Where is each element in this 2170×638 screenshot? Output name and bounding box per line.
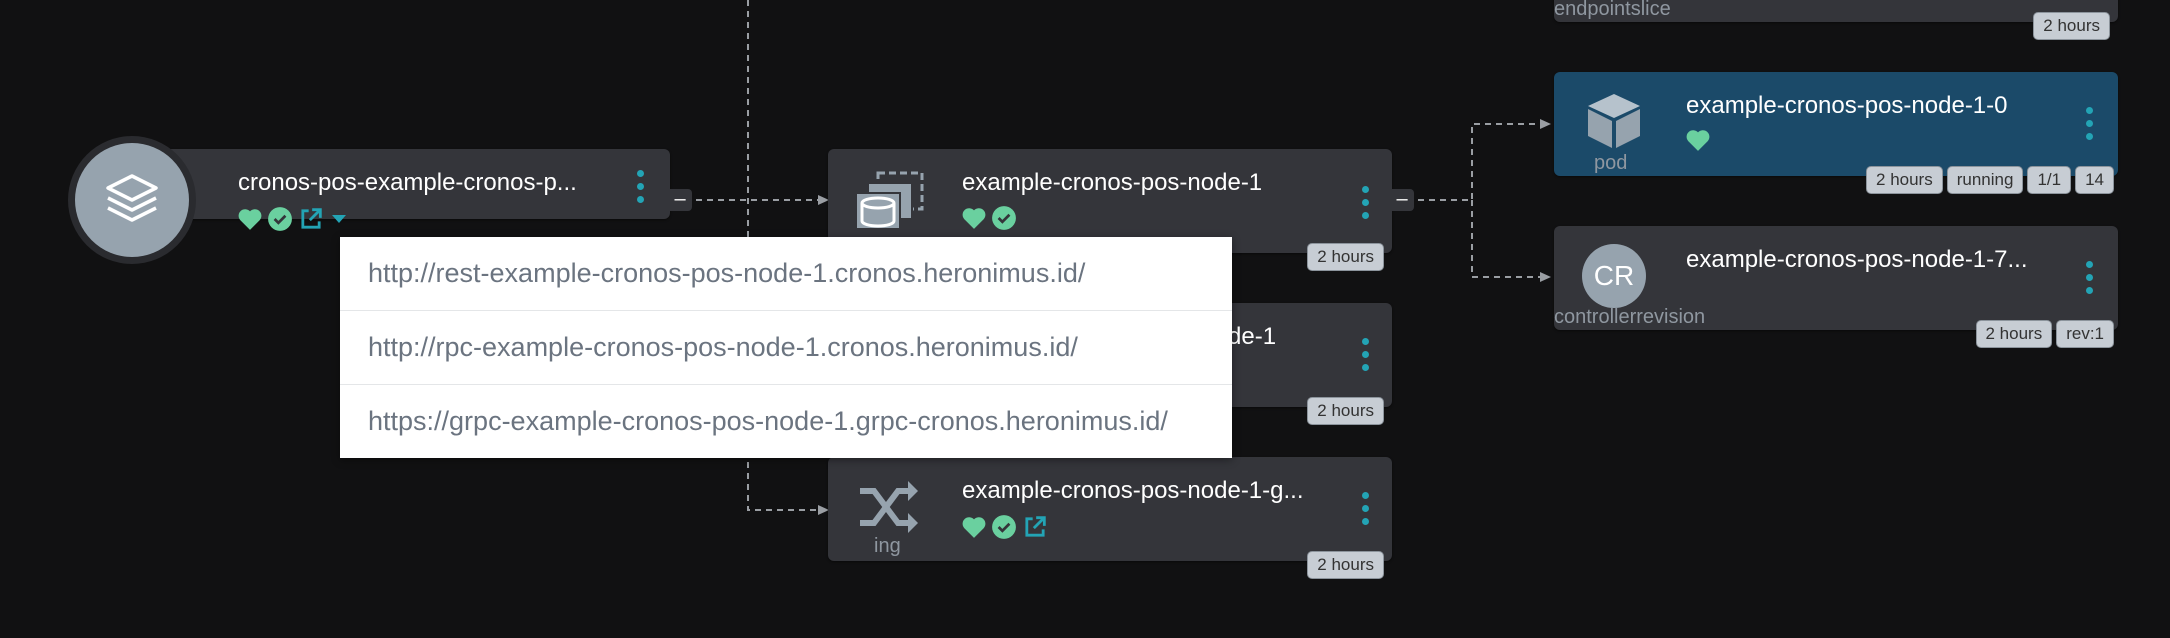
age-badge: 2 hours — [1975, 320, 2053, 348]
node-title: example-cronos-pos-node-1 — [962, 169, 1263, 196]
kebab-menu-button[interactable] — [1360, 492, 1370, 525]
node-kind-label: pod — [1594, 152, 1628, 174]
cube-icon — [1584, 90, 1644, 155]
ready-badge: 1/1 — [2027, 166, 2072, 194]
age-badge: 2 hours — [2033, 12, 2110, 40]
age-badge: 2 hours — [1307, 397, 1384, 425]
kebab-menu-button[interactable] — [1360, 338, 1370, 371]
check-circle-icon — [267, 206, 293, 237]
check-circle-icon — [991, 205, 1017, 236]
heart-icon — [961, 206, 987, 235]
kebab-menu-button[interactable] — [2084, 261, 2094, 294]
shuffle-icon — [858, 479, 920, 540]
node-title: de-1 — [1228, 323, 1277, 350]
heart-icon — [961, 515, 987, 544]
age-badge: 2 hours — [1307, 551, 1384, 579]
endpointslice-node[interactable]: endpointslice 2 hours — [1554, 0, 2118, 40]
ingress-node[interactable]: ing example-cronos-pos-node-1-g... 2 hou… — [828, 457, 1392, 579]
dropdown-link[interactable]: http://rpc-example-cronos-pos-node-1.cro… — [340, 311, 1232, 385]
controllerrevision-node[interactable]: CR controllerrevision example-cronos-pos… — [1554, 226, 2118, 348]
external-link-icon[interactable] — [1021, 513, 1049, 546]
avatar: CR — [1582, 244, 1646, 308]
collapse-button[interactable]: – — [668, 189, 692, 211]
kebab-menu-button[interactable] — [635, 170, 645, 203]
heart-icon — [1685, 128, 1711, 157]
layers-icon — [100, 166, 164, 235]
external-links-dropdown: http://rest-example-cronos-pos-node-1.cr… — [340, 237, 1232, 458]
count-badge: 14 — [2075, 166, 2114, 194]
age-badge: 2 hours — [1307, 243, 1384, 271]
pod-node[interactable]: pod example-cronos-pos-node-1-0 2 hours … — [1554, 72, 2118, 194]
node-title: example-cronos-pos-node-1-g... — [962, 477, 1304, 504]
caret-down-icon[interactable] — [329, 209, 349, 234]
node-kind-label: endpointslice — [1554, 0, 1671, 20]
heart-icon — [237, 207, 263, 236]
age-badge: 2 hours — [1866, 166, 1943, 194]
dropdown-link[interactable]: http://rest-example-cronos-pos-node-1.cr… — [340, 237, 1232, 311]
node-kind-label: controllerrevision — [1554, 306, 1706, 328]
kebab-menu-button[interactable] — [1360, 186, 1370, 219]
check-circle-icon — [991, 514, 1017, 545]
kebab-menu-button[interactable] — [2084, 107, 2094, 140]
external-link-icon[interactable] — [297, 205, 325, 238]
status-badge: running — [1946, 166, 2024, 194]
collapse-button[interactable]: – — [1390, 189, 1414, 211]
statefulset-icon — [850, 169, 930, 240]
app-icon-circle — [68, 136, 196, 264]
node-title: example-cronos-pos-node-1-7... — [1686, 246, 2028, 273]
revision-badge: rev:1 — [2056, 320, 2114, 348]
node-kind-label: ing — [874, 535, 901, 557]
node-title: example-cronos-pos-node-1-0 — [1686, 92, 2008, 119]
node-title: cronos-pos-example-cronos-p... — [238, 169, 577, 196]
dropdown-link[interactable]: https://grpc-example-cronos-pos-node-1.g… — [340, 385, 1232, 458]
